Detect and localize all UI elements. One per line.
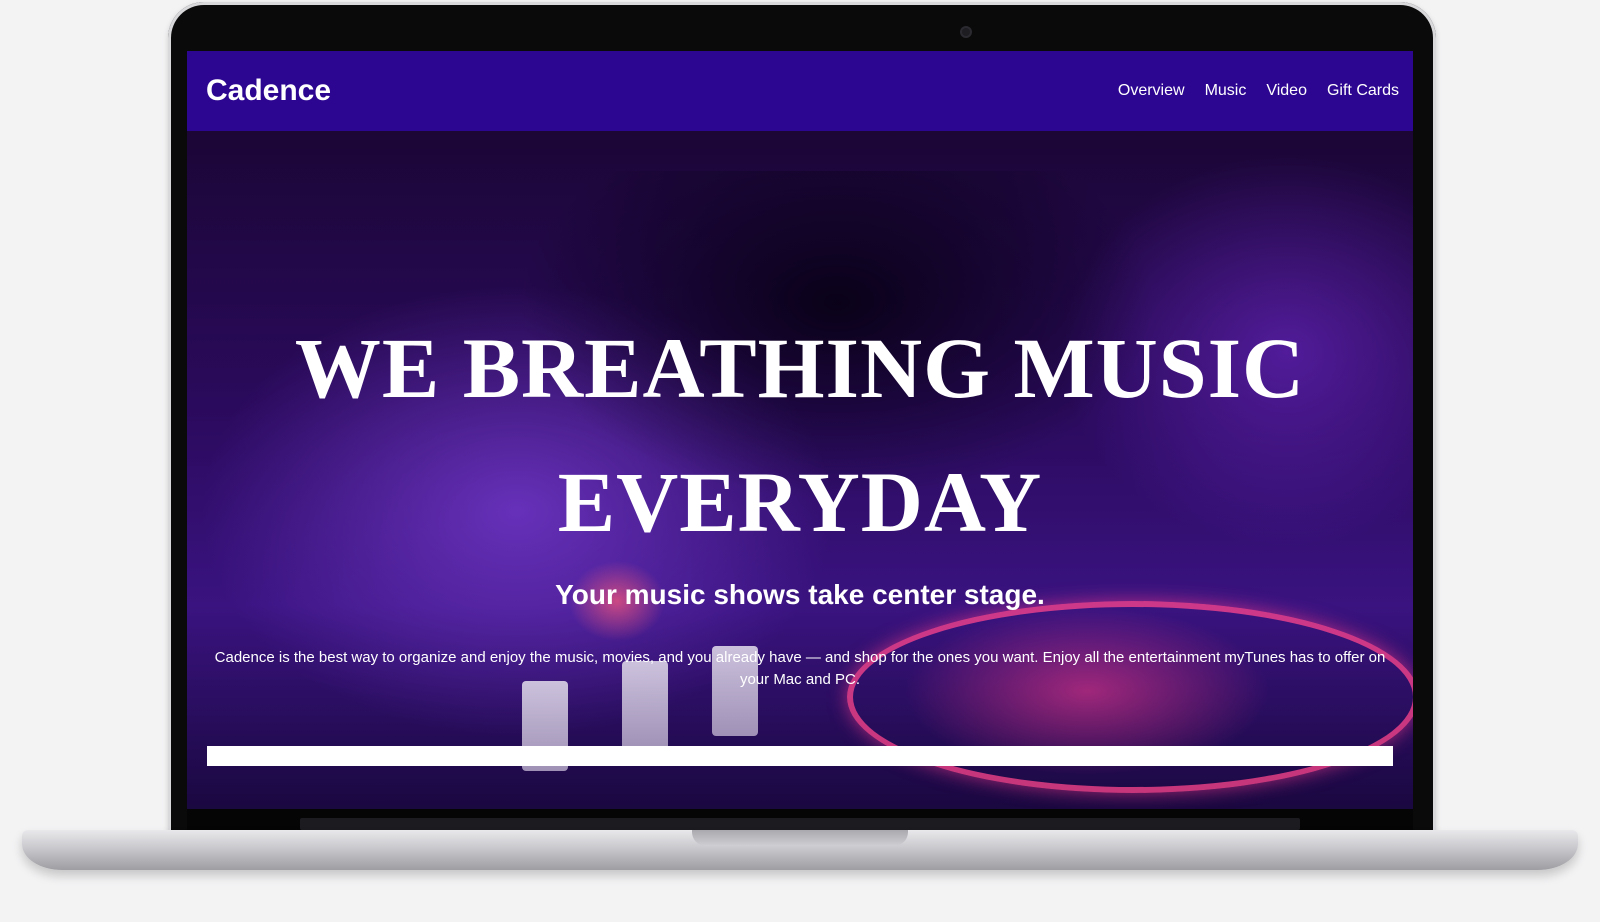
laptop-opening-notch <box>692 830 908 846</box>
top-navbar: Cadence Overview Music Video Gift Cards <box>187 51 1413 131</box>
hero-headline: WE BREATHING MUSIC EVERYDAY <box>294 320 1306 550</box>
hero-description: Cadence is the best way to organize and … <box>214 649 1386 688</box>
hero-section: WE BREATHING MUSIC EVERYDAY Your music s… <box>187 131 1413 809</box>
nav-link-overview[interactable]: Overview <box>1118 82 1185 100</box>
content-divider-bar <box>207 746 1393 766</box>
nav-link-music[interactable]: Music <box>1205 82 1247 100</box>
hero-content: WE BREATHING MUSIC EVERYDAY Your music s… <box>187 131 1413 809</box>
nav-link-gift-cards[interactable]: Gift Cards <box>1327 82 1399 100</box>
webcam-icon <box>962 28 970 36</box>
brand-logo[interactable]: Cadence <box>206 74 331 108</box>
nav-links: Overview Music Video Gift Cards <box>1118 82 1399 100</box>
laptop-hinge <box>300 818 1300 830</box>
nav-link-video[interactable]: Video <box>1266 82 1307 100</box>
hero-subheadline: Your music shows take center stage. <box>555 579 1045 610</box>
laptop-screen: Cadence Overview Music Video Gift Cards … <box>187 51 1413 844</box>
